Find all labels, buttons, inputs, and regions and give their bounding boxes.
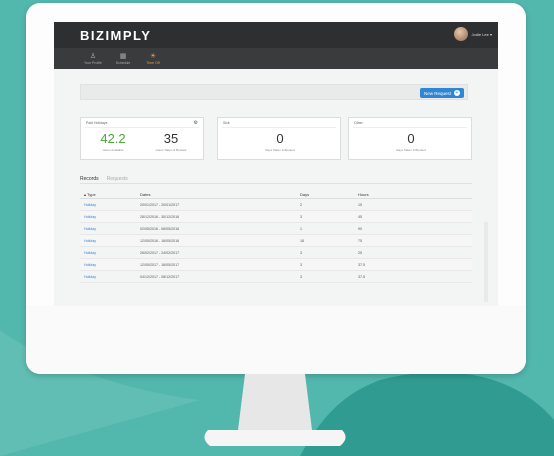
cell-days: 18 xyxy=(300,238,304,243)
table-row[interactable]: Holiday 20/01/2017 - 20/01/2017 2 15 xyxy=(80,199,472,211)
table-row[interactable]: Holiday 26/02/2017 - 24/02/2017 3 25 xyxy=(80,247,472,259)
card-divider xyxy=(222,127,336,128)
card-title: Other xyxy=(354,121,363,125)
cell-hours: 37.5 xyxy=(358,274,365,279)
header-days[interactable]: Days xyxy=(300,192,358,197)
request-bar: New Request + xyxy=(80,84,468,100)
cell-days: 2 xyxy=(300,202,302,207)
new-request-label: New Request xyxy=(423,90,451,96)
records-table: ▴ Type Dates Days Hours Holiday 20/01/201… xyxy=(80,190,472,283)
sick-days-label: Days Taken & Booked xyxy=(265,148,295,152)
cell-dates: 12/05/2017 - 16/05/2017 xyxy=(140,262,180,267)
cell-days: 3 xyxy=(300,214,302,219)
cell-type[interactable]: Holiday xyxy=(80,251,140,255)
header-dates[interactable]: Dates xyxy=(140,192,300,197)
top-bar: BIZIMPLY Jodie Lee ▾ xyxy=(54,22,498,48)
cell-hours: 25 xyxy=(358,250,362,255)
sick-days-value: 0 xyxy=(276,131,284,146)
cell-type[interactable]: Holiday xyxy=(80,275,140,279)
hours-taken-label: Hours Taken & Booked xyxy=(155,148,187,152)
cell-hours: 90 xyxy=(358,226,362,231)
app-screen: BIZIMPLY Jodie Lee ▾ ♙ Your Profile ▦ Sc… xyxy=(54,22,498,306)
nav-label: Time Off xyxy=(146,60,160,65)
card-title: Paid Holidays xyxy=(86,121,108,125)
cell-dates: 28/12/2016 - 30/12/2016 xyxy=(140,214,180,219)
time-off-icon: ☀ xyxy=(149,52,157,60)
table-row[interactable]: Holiday 04/12/2017 - 08/12/2017 3 37.5 xyxy=(80,271,472,283)
paid-holidays-card: Paid Holidays ⚙ 42.2 Hours Available 35 … xyxy=(80,117,204,160)
cell-dates: 20/01/2017 - 20/01/2017 xyxy=(140,202,180,207)
cell-type[interactable]: Holiday xyxy=(80,263,140,267)
card-title: Sick xyxy=(223,121,230,125)
cell-type[interactable]: Holiday xyxy=(80,215,140,219)
nav-label: Schedule xyxy=(115,60,131,65)
table-row[interactable]: Holiday 12/05/2016 - 16/05/2016 18 75 xyxy=(80,235,472,247)
header-type[interactable]: ▴ Type xyxy=(80,192,140,197)
cell-hours: 37.5 xyxy=(358,262,365,267)
monitor-stand xyxy=(204,374,346,446)
hours-available-value: 42.2 xyxy=(100,131,126,146)
card-divider xyxy=(85,127,199,128)
avatar[interactable] xyxy=(453,27,468,41)
cell-dates: 04/12/2017 - 08/12/2017 xyxy=(140,274,180,279)
calendar-icon: ▦ xyxy=(119,52,127,60)
nav-schedule[interactable]: ▦ Schedule xyxy=(112,48,134,69)
other-card: Other 0 Days Taken & Booked xyxy=(348,117,472,160)
plus-icon: + xyxy=(454,90,460,96)
cell-type[interactable]: Holiday xyxy=(80,203,140,207)
cell-hours: 45 xyxy=(358,214,362,219)
tab-underline xyxy=(80,183,472,184)
table-row[interactable]: Holiday 28/12/2016 - 30/12/2016 3 45 xyxy=(80,211,472,223)
cell-days: 1 xyxy=(300,226,302,231)
other-days-label: Days Taken & Booked xyxy=(396,148,426,152)
user-name[interactable]: Jodie Lee ▾ xyxy=(472,32,492,37)
brand-logo: BIZIMPLY xyxy=(80,28,152,43)
sub-navigation: ♙ Your Profile ▦ Schedule ☀ Time Off xyxy=(54,48,498,69)
monitor-chin xyxy=(26,306,526,374)
other-days-value: 0 xyxy=(407,131,415,146)
cell-days: 3 xyxy=(300,262,302,267)
cell-type[interactable]: Holiday xyxy=(80,239,140,243)
user-menu[interactable]: Jodie Lee ▾ xyxy=(453,27,492,41)
scrollbar[interactable] xyxy=(484,222,488,302)
nav-label: Your Profile xyxy=(84,60,102,65)
cell-dates: 12/05/2016 - 16/05/2016 xyxy=(140,238,180,243)
cell-days: 3 xyxy=(300,274,302,279)
cell-dates: 26/02/2017 - 24/02/2017 xyxy=(140,250,180,255)
header-hours[interactable]: Hours xyxy=(358,192,418,197)
nav-time-off[interactable]: ☀ Time Off xyxy=(142,48,164,69)
nav-your-profile[interactable]: ♙ Your Profile xyxy=(82,48,104,69)
hours-available-label: Hours Available xyxy=(102,148,124,152)
cell-hours: 15 xyxy=(358,202,362,207)
cell-dates: 02/05/2016 - 06/05/2016 xyxy=(140,226,180,231)
person-icon: ♙ xyxy=(89,52,97,60)
cell-days: 3 xyxy=(300,250,302,255)
table-row[interactable]: Holiday 02/05/2016 - 06/05/2016 1 90 xyxy=(80,223,472,235)
table-header: ▴ Type Dates Days Hours xyxy=(80,190,472,199)
sick-card: Sick 0 Days Taken & Booked xyxy=(217,117,341,160)
table-body: Holiday 20/01/2017 - 20/01/2017 2 15 Holiday… xyxy=(80,199,472,283)
gear-icon[interactable]: ⚙ xyxy=(194,120,198,126)
table-row[interactable]: Holiday 12/05/2017 - 16/05/2017 3 37.5 xyxy=(80,259,472,271)
card-divider xyxy=(353,127,467,128)
hours-taken-value: 35 xyxy=(163,131,179,146)
cell-type[interactable]: Holiday xyxy=(80,227,140,231)
cell-hours: 75 xyxy=(358,238,362,243)
new-request-button[interactable]: New Request + xyxy=(419,88,464,98)
